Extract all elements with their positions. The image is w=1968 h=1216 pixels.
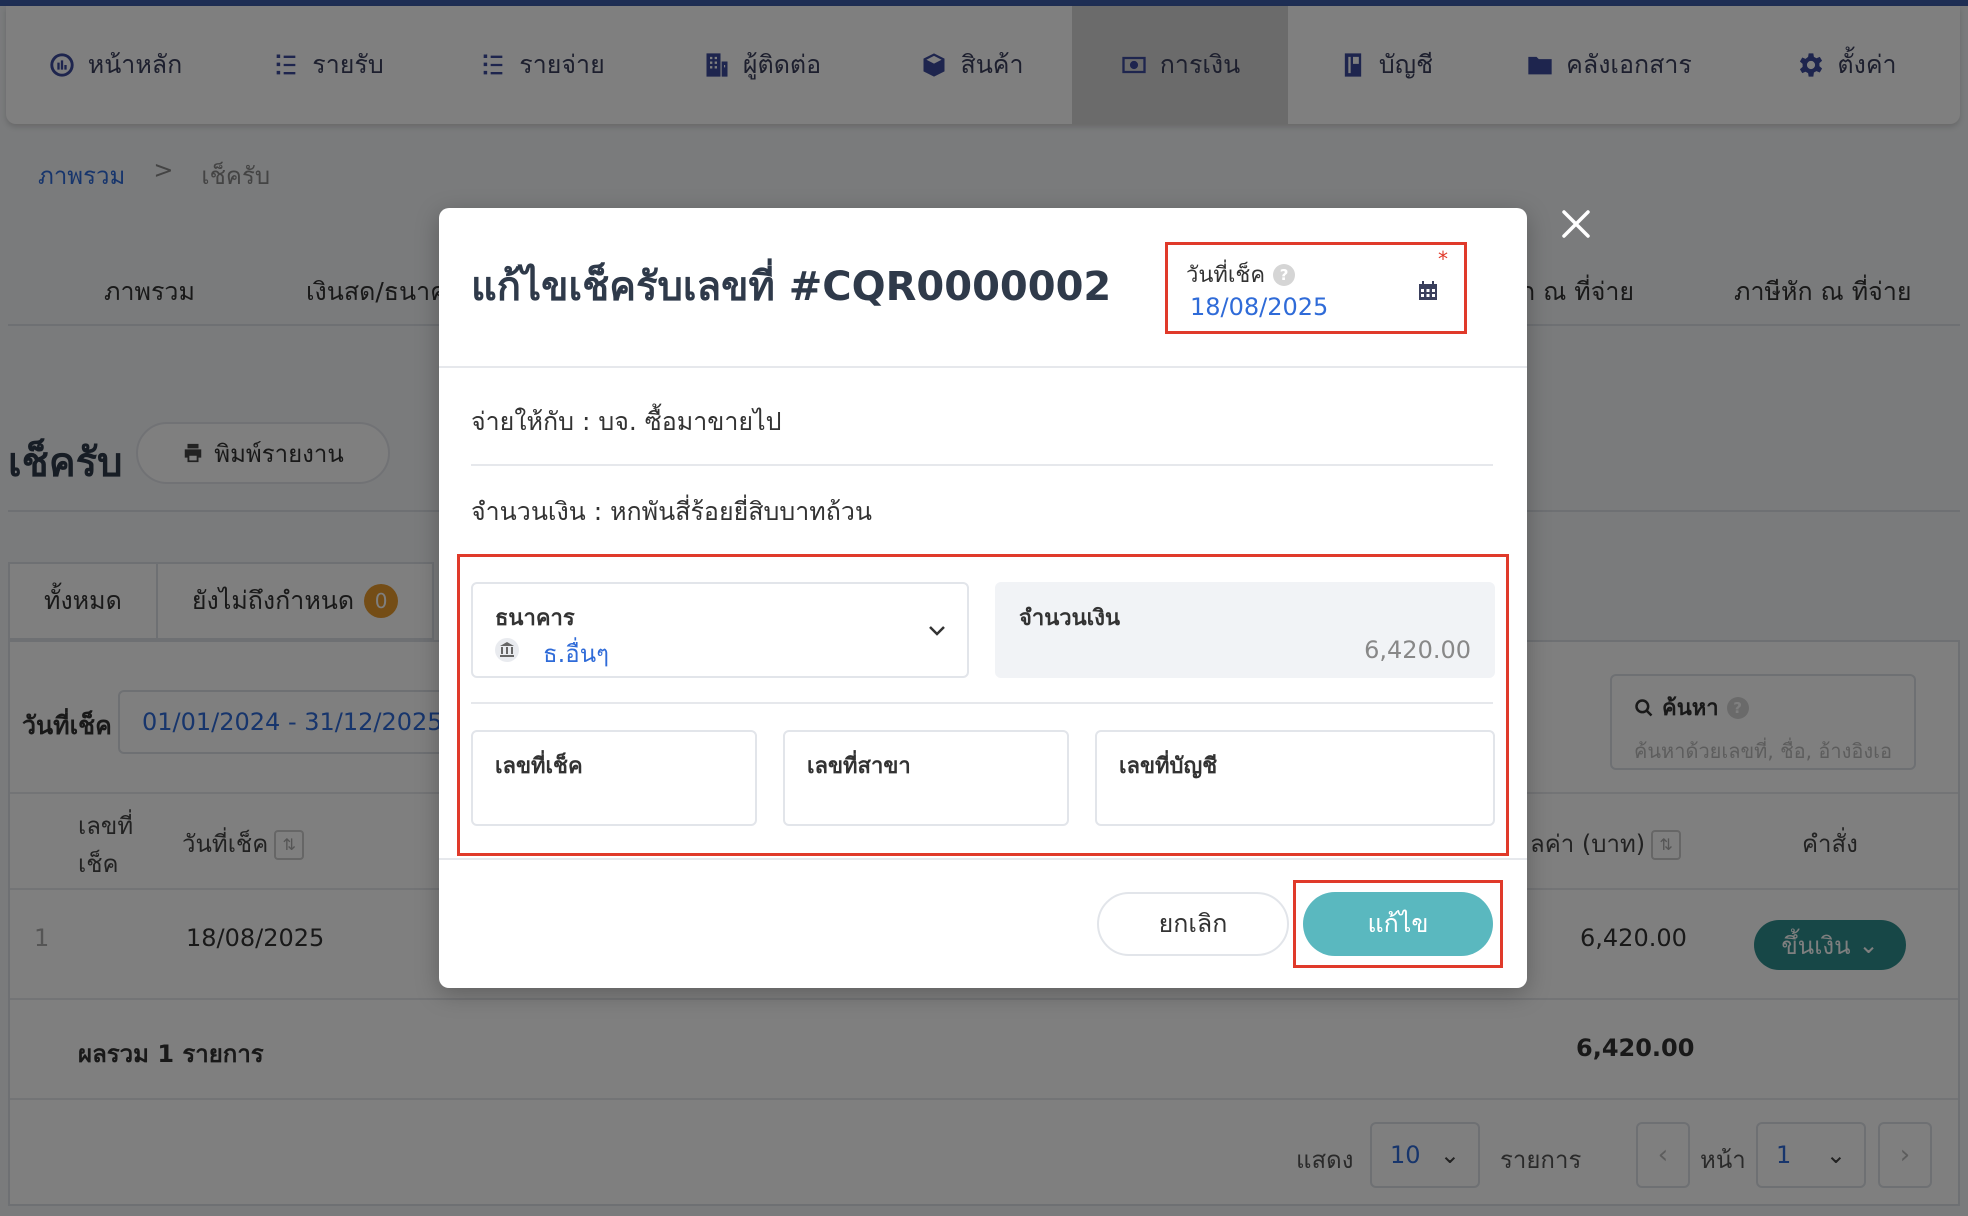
check-date-label: วันที่เช็ค (1186, 263, 1266, 288)
divider (471, 464, 1493, 466)
bank-icon (495, 638, 519, 662)
account-number-label: เลขที่บัญชี (1119, 754, 1218, 779)
modal-title: แก้ไขเช็ครับเลขที่ #CQR0000002 (471, 264, 1112, 310)
save-button-highlight (1293, 880, 1503, 968)
amount-value: 6,420.00 (1364, 636, 1471, 664)
edit-check-modal: แก้ไขเช็ครับเลขที่ #CQR0000002 วันที่เช็… (439, 208, 1527, 988)
branch-number-input[interactable]: เลขที่สาขา (783, 730, 1069, 826)
close-icon[interactable] (1560, 208, 1592, 240)
divider (471, 702, 1493, 704)
help-icon[interactable]: ? (1273, 263, 1296, 286)
bank-value: ธ.อื่นๆ (543, 640, 609, 668)
check-date-value[interactable]: 18/08/2025 (1190, 293, 1328, 321)
pay-to-text: จ่ายให้กับ : บจ. ซื้อมาขายไป (471, 407, 782, 436)
amount-words-text: จำนวนเงิน : หกพันสี่ร้อยยี่สิบบาทถ้วน (471, 497, 873, 526)
required-mark: * (1438, 247, 1448, 271)
check-number-label: เลขที่เช็ค (495, 754, 583, 779)
cancel-button[interactable]: ยกเลิก (1097, 892, 1289, 956)
check-number-input[interactable]: เลขที่เช็ค (471, 730, 757, 826)
amount-label: จำนวนเงิน (1019, 606, 1120, 631)
branch-number-label: เลขที่สาขา (807, 754, 911, 779)
amount-field: จำนวนเงิน 6,420.00 (995, 582, 1495, 678)
chevron-down-icon (929, 626, 945, 636)
check-date-field[interactable]: วันที่เช็ค ? * 18/08/2025 (1165, 242, 1467, 334)
account-number-input[interactable]: เลขที่บัญชี (1095, 730, 1495, 826)
calendar-icon[interactable] (1418, 281, 1438, 301)
modal-footer-divider (439, 858, 1527, 860)
check-date-label-row: วันที่เช็ค ? (1186, 257, 1296, 292)
bank-select[interactable]: ธนาคาร ธ.อื่นๆ (471, 582, 969, 678)
modal-header-divider (439, 366, 1527, 368)
bank-label: ธนาคาร (495, 606, 575, 631)
